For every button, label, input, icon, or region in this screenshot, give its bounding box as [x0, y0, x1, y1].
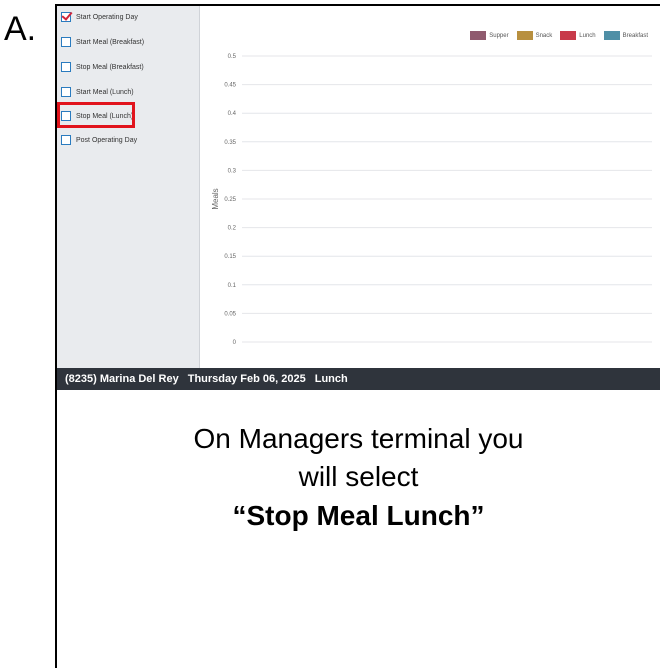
current-date: Thursday Feb 06, 2025	[187, 373, 306, 385]
step-start-meal-breakfast[interactable]: Start Meal (Breakfast)	[61, 34, 144, 50]
caption-line-2: will select	[298, 461, 419, 492]
meals-chart: Supper Snack Lunch Breakfast 0.5 0.45 0.4 0…	[200, 6, 660, 350]
y-tick-label: 0.05	[224, 311, 236, 317]
checkbox-icon[interactable]	[61, 87, 71, 97]
step-label: Start Operating Day	[76, 13, 138, 21]
caption-line-3: “Stop Meal Lunch”	[232, 500, 485, 531]
step-label: Post Operating Day	[76, 136, 138, 144]
y-tick-label: 0.1	[228, 283, 237, 289]
step-start-meal-lunch[interactable]: Start Meal (Lunch)	[61, 84, 134, 100]
checkbox-icon[interactable]	[61, 62, 71, 72]
y-tick-label: 0.45	[224, 83, 236, 89]
y-tick-label: 0.3	[228, 168, 237, 174]
slide-letter: A.	[4, 10, 37, 48]
y-tick-label: 0	[233, 340, 237, 346]
step-post-operating-day[interactable]: Post Operating Day	[61, 132, 137, 148]
step-label: Start Meal (Breakfast)	[76, 38, 145, 46]
caption-line-1: On Managers terminal you	[193, 423, 524, 454]
highlight-box	[57, 102, 135, 128]
instruction-caption: On Managers terminal you will select “St…	[57, 420, 660, 536]
status-bar: (8235) Marina Del Rey Thursday Feb 06, 2…	[57, 368, 660, 390]
step-label: Stop Meal (Breakfast)	[76, 63, 144, 71]
checkbox-icon[interactable]	[61, 37, 71, 47]
checkbox-checked-icon[interactable]	[61, 12, 71, 22]
site-name: (8235) Marina Del Rey	[65, 373, 179, 385]
checkbox-icon[interactable]	[61, 135, 71, 145]
y-tick-label: 0.4	[228, 111, 237, 117]
chart-plot: 0.5 0.45 0.4 0.35 0.3 0.25 0.2 0.15 0.1 0.05 0 Meal…	[211, 54, 652, 346]
step-stop-meal-breakfast[interactable]: Stop Meal (Breakfast)	[61, 59, 144, 75]
current-meal: Lunch	[314, 373, 348, 385]
step-label: Start Meal (Lunch)	[76, 88, 134, 96]
y-tick-label: 0.15	[224, 254, 236, 260]
y-tick-label: 0.5	[228, 54, 237, 60]
y-tick-label: 0.25	[224, 197, 236, 203]
y-tick-label: 0.2	[228, 226, 237, 232]
y-tick-label: 0.35	[224, 140, 236, 146]
step-start-operating-day[interactable]: Start Operating Day	[61, 9, 138, 25]
meal-steps-sidebar: Start Operating Day Start Meal (Breakfas…	[57, 6, 200, 368]
y-axis-label: Meals	[211, 188, 220, 209]
app-screenshot: Start Operating Day Start Meal (Breakfas…	[57, 6, 660, 368]
